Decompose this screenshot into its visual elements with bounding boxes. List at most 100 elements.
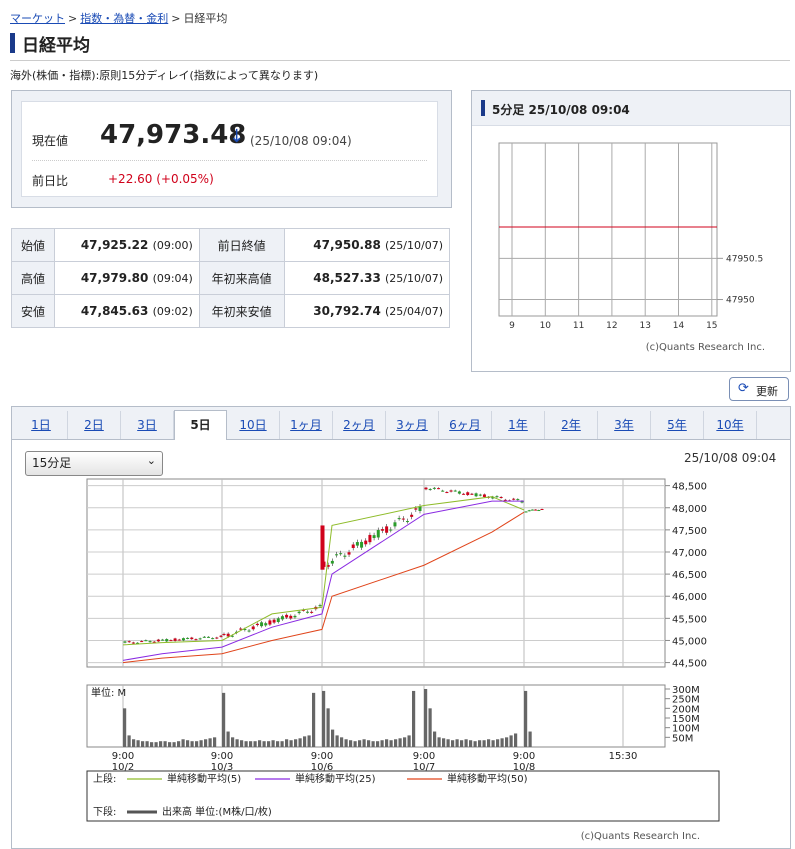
tab-4[interactable]: 5日 <box>174 410 227 440</box>
legend-item-3: 単純移動平均(50) <box>447 772 528 785</box>
candle-body <box>524 511 528 513</box>
candle-body <box>499 497 503 499</box>
volume-bar <box>424 689 428 747</box>
candle-body <box>194 639 198 641</box>
volume-bar <box>249 741 253 747</box>
volume-bar <box>389 740 393 747</box>
breadcrumb-market-link[interactable]: マーケット <box>10 12 65 25</box>
volume-bar <box>307 735 311 747</box>
candle-body <box>530 509 534 511</box>
quote-divider <box>32 160 427 162</box>
tab-9[interactable]: 6ヶ月 <box>439 411 492 439</box>
volume-bar <box>208 738 212 747</box>
tab-14[interactable]: 10年 <box>704 411 757 439</box>
candle-body <box>268 620 272 625</box>
x-tick-time: 9:00 <box>112 751 134 762</box>
tab-7[interactable]: 2ヶ月 <box>333 411 386 439</box>
ohlc-time: (09:00) <box>152 239 193 252</box>
legend-volume-item: 出来高 単位:(M株/口/枚) <box>162 805 272 818</box>
volume-bar <box>367 740 371 747</box>
ohlc-label: 始値 <box>11 228 55 262</box>
page-title: 日経平均 <box>10 32 90 56</box>
candle-body <box>131 642 135 644</box>
x-tick-time: 9:00 <box>211 751 233 762</box>
quote-inner: 現在値 47,973.48 ↓ (25/10/08 09:04) 前日比 +22… <box>21 101 438 197</box>
tab-10[interactable]: 1年 <box>492 411 545 439</box>
legend-item-2: 単純移動平均(25) <box>295 772 376 785</box>
tab-3[interactable]: 3日 <box>121 411 174 439</box>
volume-bar <box>271 740 275 747</box>
candle-body <box>405 521 409 523</box>
candle-body <box>226 633 230 637</box>
ohlc-value: 30,792.74 (25/04/07) <box>283 294 450 328</box>
volume-bar <box>455 739 459 747</box>
volume-bar <box>464 739 468 747</box>
price-y-tick: 45,000 <box>672 636 707 647</box>
candle-body <box>428 489 432 491</box>
candle-body <box>293 615 297 618</box>
volume-bar <box>403 737 407 747</box>
change-label: 前日比 <box>32 174 69 188</box>
tab-2[interactable]: 2日 <box>68 411 121 439</box>
tab-12[interactable]: 3年 <box>598 411 651 439</box>
volume-y-tick: 50M <box>672 733 693 744</box>
candle-body <box>457 491 461 494</box>
volume-bar <box>433 731 437 747</box>
breadcrumb: マーケット > 指数・為替・金利 > 日経平均 <box>10 12 228 25</box>
mini-chart-panel: 5分足 25/10/08 09:04 9 10 11 12 13 14 15 47950.5 4… <box>471 90 791 372</box>
ohlc-time: (25/04/07) <box>385 305 443 318</box>
candle-body <box>310 611 314 613</box>
volume-bar <box>344 739 348 747</box>
volume-bar <box>294 739 298 747</box>
candle-body <box>449 490 453 492</box>
ohlc-label: 前日終値 <box>198 228 285 262</box>
tab-13[interactable]: 5年 <box>651 411 704 439</box>
tab-11[interactable]: 2年 <box>545 411 598 439</box>
volume-bar <box>145 741 149 747</box>
candle-body <box>202 636 206 638</box>
candle-body <box>389 529 393 531</box>
candle-body <box>239 628 243 630</box>
volume-bar <box>262 741 266 747</box>
tab-1[interactable]: 1日 <box>15 411 68 439</box>
candle-body <box>181 638 185 641</box>
candle-body <box>280 616 284 620</box>
breadcrumb-rates-link[interactable]: 指数・為替・金利 <box>80 12 168 25</box>
volume-bar <box>276 741 280 747</box>
volume-bar <box>482 740 486 747</box>
volume-bar <box>235 739 239 747</box>
volume-bar <box>340 737 344 747</box>
candle-body <box>177 639 181 641</box>
volume-bar <box>514 733 518 747</box>
volume-bar <box>446 739 450 747</box>
volume-bar <box>496 739 500 747</box>
delay-note: 海外(株価・指標):原則15分ディレイ(指数によって異なります) <box>10 69 319 82</box>
tab-5[interactable]: 10日 <box>227 411 280 439</box>
volume-bar <box>172 742 176 747</box>
mini-x-tick: 14 <box>673 321 685 331</box>
volume-bar <box>186 740 190 747</box>
candle-body <box>355 542 359 546</box>
main-chart-credit: (c)Quants Research Inc. <box>581 831 700 842</box>
ohlc-table: 始値 47,925.22 (09:00) 前日終値 47,950.88 (25/10/… <box>11 228 450 328</box>
volume-bar <box>258 740 262 747</box>
ohlc-row: 始値 47,925.22 (09:00) 前日終値 47,950.88 (25/10/… <box>11 228 450 262</box>
refresh-button[interactable]: ⟳ 更新 <box>729 377 789 401</box>
breadcrumb-current: 日経平均 <box>183 12 228 25</box>
volume-bar <box>487 739 491 747</box>
volume-bar <box>376 741 380 747</box>
candle-body <box>330 560 334 564</box>
volume-bar <box>326 708 330 747</box>
tab-8[interactable]: 3ヶ月 <box>386 411 439 439</box>
ohlc-label: 年初来安値 <box>198 294 285 328</box>
tab-6[interactable]: 1ヶ月 <box>280 411 333 439</box>
volume-bar <box>222 692 226 747</box>
mini-x-tick: 10 <box>540 321 552 331</box>
volume-bar <box>154 742 158 747</box>
ohlc-label: 年初来高値 <box>198 261 285 295</box>
candle-body <box>165 639 169 642</box>
candle-body <box>272 619 276 623</box>
mini-chart-header: 5分足 25/10/08 09:04 <box>472 91 790 126</box>
x-tick-time: 9:00 <box>311 751 333 762</box>
candle-body <box>380 529 384 531</box>
